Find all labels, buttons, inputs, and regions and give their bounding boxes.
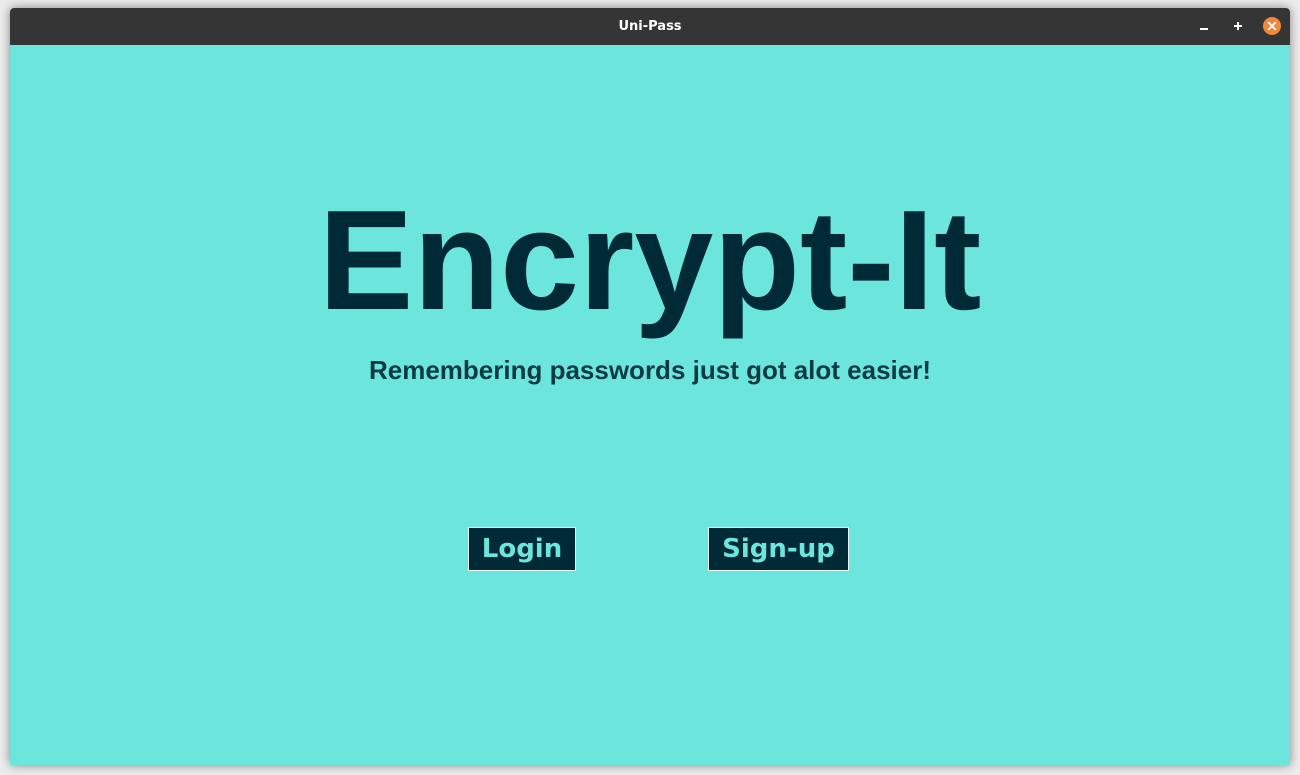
main-content: Encrypt-It Remembering passwords just go… <box>10 45 1290 765</box>
minimize-button[interactable] <box>1195 17 1213 35</box>
close-button[interactable] <box>1263 17 1281 35</box>
window-title: Uni-Pass <box>618 19 682 34</box>
maximize-button[interactable] <box>1229 17 1247 35</box>
login-button[interactable]: Login <box>468 527 576 571</box>
minimize-icon <box>1200 28 1208 30</box>
signup-button[interactable]: Sign-up <box>708 527 849 571</box>
close-icon <box>1263 17 1281 35</box>
app-title: Encrypt-It <box>318 181 982 340</box>
app-subtitle: Remembering passwords just got alot easi… <box>368 355 932 385</box>
maximize-icon <box>1234 22 1242 30</box>
app-window: Uni-Pass Encrypt-It Remembering password… <box>10 8 1290 765</box>
titlebar[interactable]: Uni-Pass <box>10 8 1290 45</box>
